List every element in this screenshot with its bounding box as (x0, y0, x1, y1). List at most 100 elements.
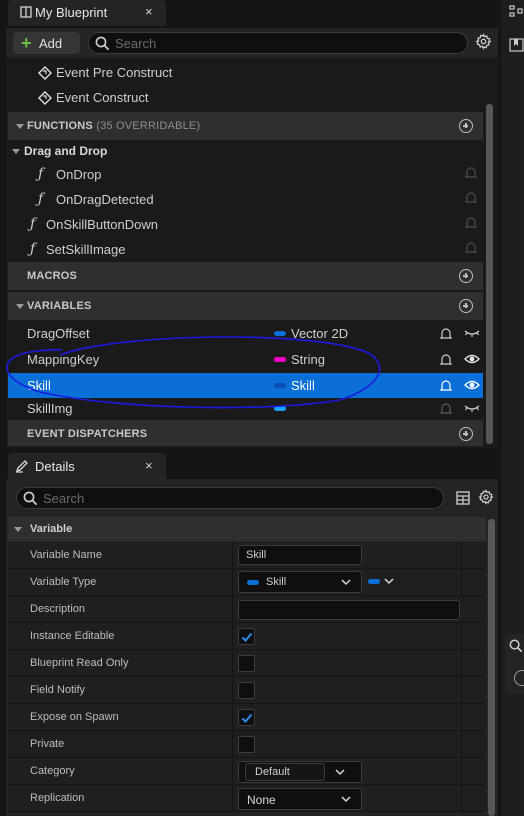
event-dispatchers-category[interactable]: EVENT DISPATCHERS (8, 420, 483, 446)
variable-name-field[interactable]: Skill (238, 545, 362, 565)
prop-expose-on-spawn: Expose on Spawn (8, 704, 486, 731)
category-combo[interactable]: Default (238, 761, 362, 783)
gear-icon[interactable] (475, 33, 492, 50)
column-divider (461, 785, 462, 811)
prop-label: Variable Name (30, 549, 102, 561)
details-scrollbar[interactable] (488, 519, 495, 816)
macros-category[interactable]: MACROS (8, 262, 483, 290)
override-function-icon: ƒ (38, 191, 44, 207)
chevron-down-icon (335, 768, 345, 776)
grid-view-icon[interactable] (456, 491, 470, 505)
description-field[interactable] (238, 600, 460, 620)
add-button-label: Add (39, 36, 63, 51)
my-blueprint-tab[interactable]: My Blueprint × (8, 0, 166, 26)
category-text-field[interactable]: Default (245, 763, 325, 781)
bell-icon[interactable] (465, 191, 477, 204)
variable-type: Skill (291, 378, 315, 393)
prop-field-notify: Field Notify (8, 677, 486, 704)
bell-icon[interactable] (465, 241, 477, 254)
column-divider (232, 677, 233, 703)
variable-row-dragoffset[interactable]: DragOffset Vector 2D (8, 321, 483, 346)
search-icon (23, 491, 38, 506)
variable-row-skillimg[interactable]: SkillImg (8, 398, 483, 418)
add-dispatcher-icon[interactable] (459, 427, 473, 441)
close-icon[interactable]: × (145, 4, 153, 19)
eye-open-icon[interactable] (464, 378, 480, 392)
collapse-arrow-icon (14, 527, 22, 532)
eye-closed-icon[interactable] (464, 403, 480, 413)
variable-row-skill[interactable]: Skill Skill (8, 373, 483, 398)
functions-category[interactable]: FUNCTIONS (35 OVERRIDABLE) (8, 112, 483, 140)
blueprint-book-icon (20, 6, 32, 18)
eye-open-icon[interactable] (464, 352, 480, 366)
graph-icon[interactable] (509, 4, 523, 18)
search-icon (95, 36, 110, 51)
my-blueprint-tab-title: My Blueprint (35, 5, 108, 20)
variable-section-header[interactable]: Variable (8, 517, 486, 541)
add-button[interactable]: + Add (13, 32, 80, 54)
event-label: Event Pre Construct (56, 65, 173, 80)
blueprint-read-only-checkbox[interactable] (238, 655, 255, 672)
column-divider (232, 704, 233, 730)
column-divider (461, 704, 462, 730)
prop-private: Private (8, 731, 486, 758)
field-notify-checkbox[interactable] (238, 682, 255, 699)
chevron-down-icon (341, 578, 351, 586)
details-search-input[interactable]: Search (16, 487, 444, 509)
checkmark-icon (241, 713, 253, 723)
event-dispatchers-title: EVENT DISPATCHERS (27, 428, 148, 440)
pencil-icon (15, 459, 29, 473)
column-divider (232, 785, 233, 811)
plus-icon: + (21, 33, 32, 53)
details-tab[interactable]: Details × (8, 453, 166, 479)
variable-type: String (291, 352, 325, 367)
column-divider (461, 677, 462, 703)
event-label: Event Construct (56, 90, 149, 105)
adjacent-panel-edge (501, 0, 524, 816)
column-divider (461, 569, 462, 595)
function-label: OnSkillButtonDown (46, 217, 158, 232)
bell-icon[interactable] (440, 379, 452, 392)
column-divider (461, 731, 462, 757)
close-icon[interactable]: × (145, 458, 153, 473)
type-pill-icon (274, 406, 286, 411)
field-value: Default (255, 766, 290, 778)
bell-icon[interactable] (440, 353, 452, 366)
gear-icon[interactable] (478, 489, 494, 505)
prop-instance-editable: Instance Editable (8, 623, 486, 650)
variables-title: VARIABLES (27, 300, 92, 312)
expose-on-spawn-checkbox[interactable] (238, 709, 255, 726)
bookmark-icon[interactable] (509, 38, 524, 52)
private-checkbox[interactable] (238, 736, 255, 753)
prop-label: Category (30, 765, 75, 777)
add-function-icon[interactable] (459, 119, 473, 133)
eye-closed-icon[interactable] (464, 328, 480, 338)
bell-icon[interactable] (440, 402, 452, 415)
search-icon[interactable] (509, 639, 523, 653)
instance-editable-checkbox[interactable] (238, 628, 255, 645)
type-pill-icon (274, 383, 286, 388)
prop-variable-type: Variable Type Skill (8, 569, 486, 596)
function-label: OnDragDetected (56, 192, 154, 207)
variables-category[interactable]: VARIABLES (8, 292, 483, 320)
bell-icon[interactable] (465, 216, 477, 229)
my-blueprint-toolbar: + Add Search (6, 28, 498, 58)
replication-dropdown[interactable]: None (238, 788, 362, 810)
function-label: SetSkillImage (46, 242, 126, 257)
container-type-dropdown[interactable] (366, 573, 396, 591)
add-macro-icon[interactable] (459, 269, 473, 283)
tree-scrollbar[interactable] (486, 104, 493, 444)
variable-type-dropdown[interactable]: Skill (238, 571, 362, 593)
column-divider (461, 758, 462, 784)
field-value: Skill (266, 576, 287, 588)
filter-icon[interactable] (514, 670, 524, 686)
bell-icon[interactable] (465, 166, 477, 179)
field-value: Skill (246, 549, 267, 561)
add-variable-icon[interactable] (459, 299, 473, 313)
bell-icon[interactable] (440, 327, 452, 340)
prop-blueprint-read-only: Blueprint Read Only (8, 650, 486, 677)
column-divider (461, 623, 462, 649)
override-function-icon: ƒ (38, 166, 44, 182)
search-input[interactable]: Search (88, 32, 468, 54)
variable-row-mappingkey[interactable]: MappingKey String (8, 347, 483, 372)
